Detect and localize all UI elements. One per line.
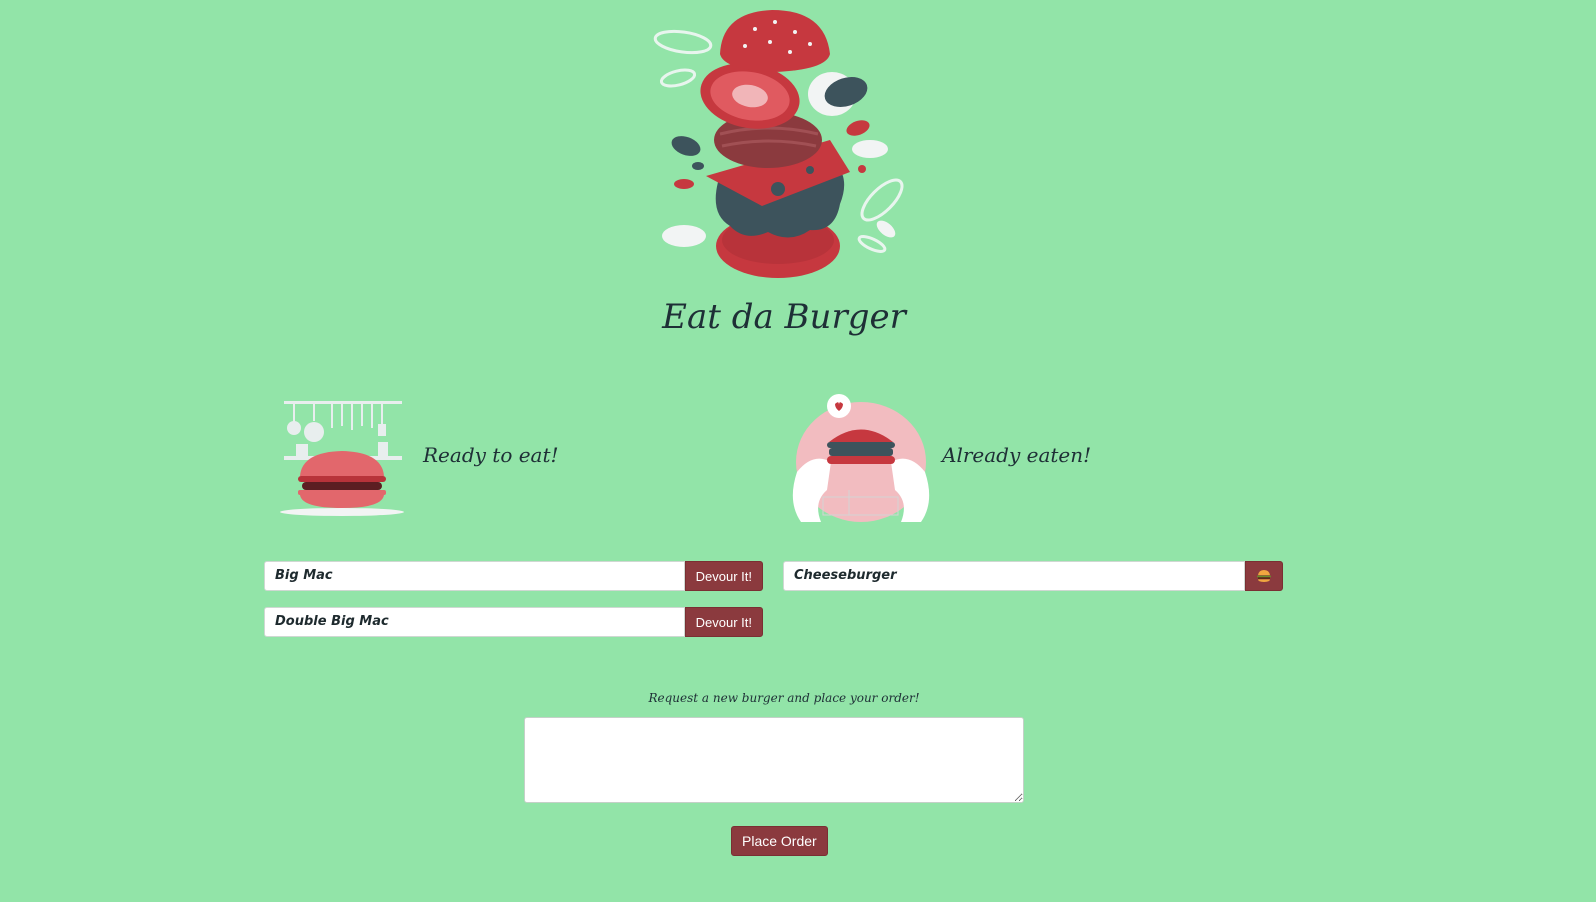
- eaten-burger-row: Cheeseburger: [783, 561, 1283, 591]
- eating-burger-illustration: [792, 394, 930, 522]
- page-title: Eat da Burger: [662, 297, 906, 337]
- place-order-button[interactable]: Place Order: [731, 826, 828, 856]
- burger-icon: [1257, 570, 1271, 582]
- burger-name: Big Mac: [264, 561, 685, 591]
- already-eaten-label: Already eaten!: [942, 443, 1092, 467]
- devour-button[interactable]: Devour It!: [684, 607, 763, 637]
- burger-name: Double Big Mac: [264, 607, 685, 637]
- new-burger-input[interactable]: [524, 717, 1024, 803]
- devour-button[interactable]: Devour It!: [684, 561, 763, 591]
- ready-burger-row: Big Mac Devour It!: [264, 561, 763, 591]
- request-prompt: Request a new burger and place your orde…: [648, 691, 920, 705]
- ready-burger-row: Double Big Mac Devour It!: [264, 607, 763, 637]
- kitchen-burger-illustration: [280, 401, 404, 516]
- eaten-burger-button[interactable]: [1245, 561, 1283, 591]
- burger-name: Cheeseburger: [783, 561, 1245, 591]
- ready-to-eat-label: Ready to eat!: [423, 443, 559, 467]
- hero-burger-illustration: [653, 10, 904, 278]
